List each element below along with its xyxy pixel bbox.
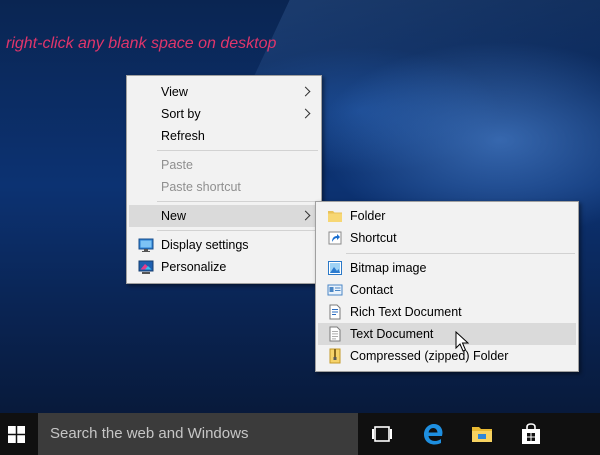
edge-icon[interactable] [421,422,445,446]
menu-item-label: Display settings [161,238,249,252]
menu-item-label: Paste shortcut [161,180,241,194]
menu-item-refresh[interactable]: Refresh [129,125,319,147]
store-icon[interactable] [519,422,543,446]
menu-item-label: Sort by [161,107,201,121]
rich-text-icon [329,304,341,320]
menu-item-label: View [161,85,188,99]
submenu-item-label: Rich Text Document [350,305,462,319]
file-explorer-icon[interactable] [470,422,494,446]
text-document-icon [329,326,341,342]
submenu-item-zip-folder[interactable]: Compressed (zipped) Folder [318,345,576,367]
submenu-item-contact[interactable]: Contact [318,279,576,301]
desktop-context-menu: View Sort by Refresh Paste Paste shortcu… [126,75,322,284]
taskbar-search-box[interactable]: Search the web and Windows [38,413,358,455]
start-button[interactable] [0,413,38,455]
menu-separator [157,230,318,231]
shortcut-icon [328,231,342,245]
zip-folder-icon [329,348,341,364]
bitmap-icon [328,261,342,275]
personalize-icon [138,260,154,274]
submenu-item-label: Compressed (zipped) Folder [350,349,509,363]
menu-item-label: Paste [161,158,193,172]
menu-item-sort-by[interactable]: Sort by [129,103,319,125]
task-view-icon[interactable] [370,422,394,446]
menu-separator [346,253,575,254]
submenu-item-label: Shortcut [350,231,397,245]
instruction-caption: right-click any blank space on desktop [6,35,277,52]
new-submenu: Folder Shortcut Bitmap image Contact Ric… [315,201,579,372]
submenu-item-label: Text Document [350,327,434,341]
menu-item-view[interactable]: View [129,81,319,103]
submenu-item-label: Bitmap image [350,261,427,275]
taskbar: Search the web and Windows [0,413,600,455]
submenu-item-label: Contact [350,283,394,297]
menu-item-label: Refresh [161,129,205,143]
menu-item-personalize[interactable]: Personalize [129,256,319,278]
submenu-item-text-document[interactable]: Text Document [318,323,576,345]
chevron-right-icon [300,86,311,97]
chevron-right-icon [300,210,311,221]
contact-icon [327,284,343,296]
menu-separator [157,201,318,202]
menu-separator [157,150,318,151]
display-settings-icon [138,238,154,252]
submenu-item-label: Folder [350,209,386,223]
desktop[interactable]: right-click any blank space on desktop V… [0,0,600,413]
submenu-item-rich-text[interactable]: Rich Text Document [318,301,576,323]
submenu-item-shortcut[interactable]: Shortcut [318,227,576,249]
menu-item-paste-shortcut[interactable]: Paste shortcut [129,176,319,198]
menu-item-display-settings[interactable]: Display settings [129,234,319,256]
menu-item-paste[interactable]: Paste [129,154,319,176]
chevron-right-icon [300,108,311,119]
menu-item-new[interactable]: New [129,205,319,227]
submenu-item-bitmap[interactable]: Bitmap image [318,257,576,279]
folder-icon [328,211,342,222]
mouse-cursor-icon [455,331,469,352]
windows-logo-icon [8,426,25,443]
menu-item-label: New [161,209,187,223]
search-placeholder: Search the web and Windows [50,425,249,442]
menu-item-label: Personalize [161,260,227,274]
submenu-item-folder[interactable]: Folder [318,205,576,227]
